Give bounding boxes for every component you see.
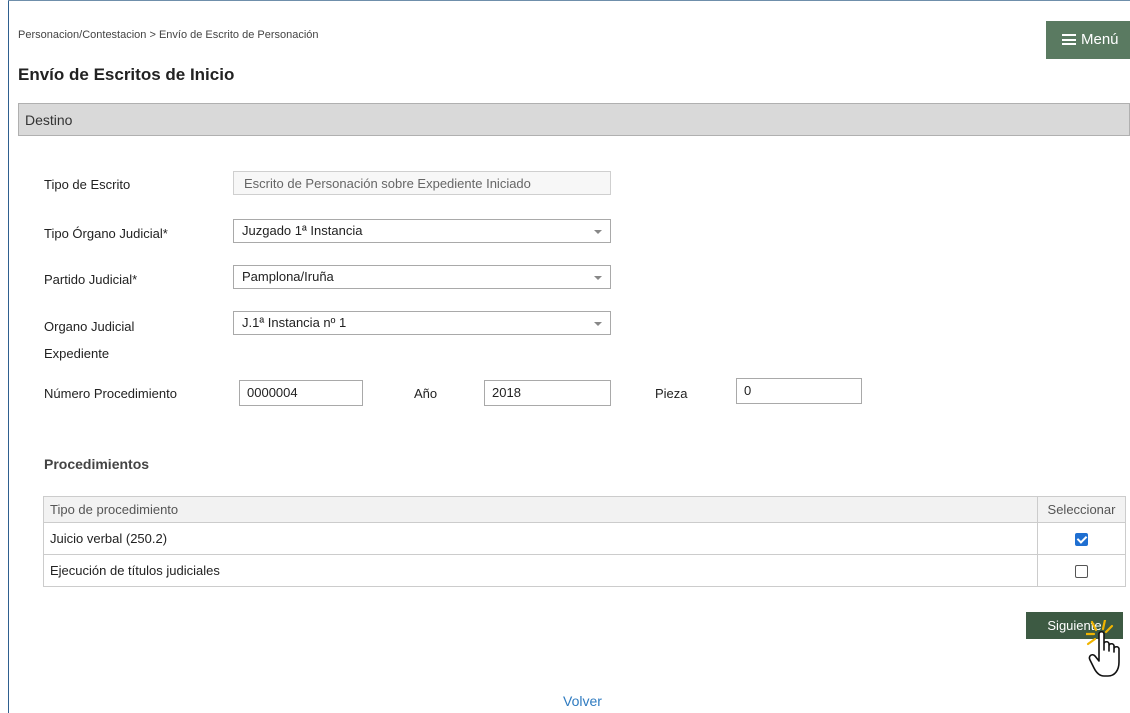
chevron-down-icon: [594, 276, 602, 280]
select-cell: [1037, 522, 1126, 555]
table-row: Juicio verbal (250.2): [43, 522, 1126, 555]
organo-label: Organo Judicial: [44, 319, 135, 334]
chevron-down-icon: [594, 322, 602, 326]
frame-border-left: [8, 0, 9, 713]
partido-select[interactable]: Pamplona/Iruña: [233, 265, 611, 289]
procedimientos-table: Tipo de procedimiento Seleccionar Juicio…: [43, 496, 1126, 587]
column-header-tipo: Tipo de procedimiento: [43, 496, 1038, 523]
table-header-row: Tipo de procedimiento Seleccionar: [43, 496, 1126, 523]
chevron-down-icon: [594, 230, 602, 234]
section-title: Destino: [25, 112, 73, 128]
anio-input[interactable]: 2018: [484, 380, 611, 406]
row-checkbox-unchecked[interactable]: [1075, 565, 1088, 579]
procedure-name: Ejecución de títulos judiciales: [43, 554, 1038, 587]
numero-input[interactable]: 0000004: [239, 380, 363, 406]
tipo-organo-value: Juzgado 1ª Instancia: [242, 223, 363, 238]
page-title: Envío de Escritos de Inicio: [18, 65, 235, 84]
section-header-destino: Destino: [18, 103, 1130, 136]
hand-cursor-icon: [1086, 620, 1120, 677]
menu-button[interactable]: Menú: [1046, 21, 1130, 59]
anio-label: Año: [414, 386, 438, 401]
select-cell: [1037, 554, 1126, 587]
pieza-input[interactable]: 0: [736, 378, 862, 404]
hamburger-icon: [1062, 34, 1076, 45]
tipo-escrito-field: Escrito de Personación sobre Expediente …: [233, 171, 611, 195]
volver-link[interactable]: Volver: [563, 693, 602, 709]
expediente-label: Expediente: [44, 346, 110, 361]
organo-value: J.1ª Instancia nº 1: [242, 315, 347, 330]
table-row: Ejecución de títulos judiciales: [43, 554, 1126, 587]
numero-label: Número Procedimiento: [44, 386, 177, 401]
menu-label: Menú: [1081, 31, 1119, 48]
column-header-seleccionar: Seleccionar: [1037, 496, 1126, 523]
tipo-organo-label: Tipo Órgano Judicial*: [44, 226, 168, 241]
procedure-name: Juicio verbal (250.2): [43, 522, 1038, 555]
partido-label: Partido Judicial*: [44, 272, 138, 287]
organo-select[interactable]: J.1ª Instancia nº 1: [233, 311, 611, 335]
procedimientos-heading: Procedimientos: [44, 456, 150, 472]
tipo-escrito-label: Tipo de Escrito: [44, 177, 131, 192]
frame-border-top: [8, 0, 1130, 1]
tipo-organo-select[interactable]: Juzgado 1ª Instancia: [233, 219, 611, 243]
partido-value: Pamplona/Iruña: [242, 269, 334, 284]
pieza-label: Pieza: [655, 386, 688, 401]
row-checkbox-checked[interactable]: [1075, 533, 1088, 547]
breadcrumb: Personacion/Contestacion > Envío de Escr…: [18, 29, 319, 41]
